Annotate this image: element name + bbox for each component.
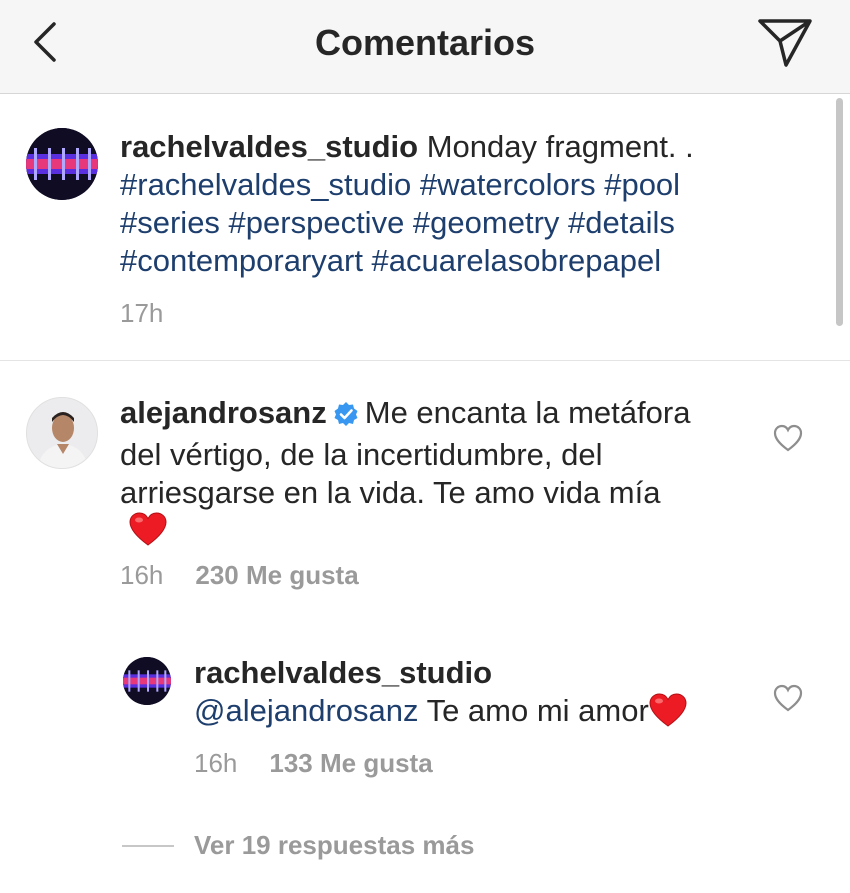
comment-likes[interactable]: 230 Me gusta [195,560,358,590]
like-comment-button[interactable] [773,424,803,452]
comment-body-3: arriesgarse en la vida. Te amo vida mía [120,475,661,510]
comment-time: 16h [120,560,164,590]
reply-text: rachelvaldes_studio @alejandrosanz Te am… [194,654,754,740]
caption-hashtags-1[interactable]: #rachelvaldes_studio #watercolors #pool [120,166,820,204]
caption-hashtags-2[interactable]: #series #perspective #geometry #details [120,204,820,242]
view-more-replies-link[interactable]: Ver 19 respuestas más [194,830,474,861]
heart-outline-icon [773,684,803,712]
comment-text: alejandrosanz Me encanta la metáfora del … [120,394,760,552]
page-title: Comentarios [314,22,536,63]
paper-plane-icon [758,19,812,67]
caption-time: 17h [120,298,164,328]
verified-badge-icon [333,398,359,436]
comment-body-1: Me encanta la metáfora [364,395,691,430]
caption-body: Monday fragment. . [426,129,694,164]
reply-likes[interactable]: 133 Me gusta [269,748,432,778]
avatar[interactable] [123,657,171,705]
caption-username[interactable]: rachelvaldes_studio [120,129,418,164]
caption-hashtags-3[interactable]: #contemporaryart #acuarelasobrepapel [120,242,820,280]
header-bar: Comentarios [0,0,850,94]
share-button[interactable] [756,16,814,70]
replies-divider [122,845,174,847]
red-heart-icon [129,512,167,546]
avatar[interactable] [26,397,98,469]
scrollbar[interactable] [836,98,843,326]
reply-mention[interactable]: @alejandrosanz [194,693,419,728]
comment-body-2: del vértigo, de la incertidumbre, del [120,437,603,472]
divider [0,360,850,361]
reply-username[interactable]: rachelvaldes_studio [194,654,754,692]
reply-meta: 16h 133 Me gusta [194,748,433,779]
caption-text: rachelvaldes_studio Monday fragment. . #… [120,128,820,280]
like-reply-button[interactable] [773,684,803,712]
comment-meta: 16h 230 Me gusta [120,560,359,591]
reply-body: Te amo mi amor [426,693,649,728]
heart-outline-icon [773,424,803,452]
red-heart-icon [649,693,687,727]
reply-time: 16h [194,748,238,778]
comment-username[interactable]: alejandrosanz [120,395,327,430]
avatar[interactable] [26,128,98,200]
